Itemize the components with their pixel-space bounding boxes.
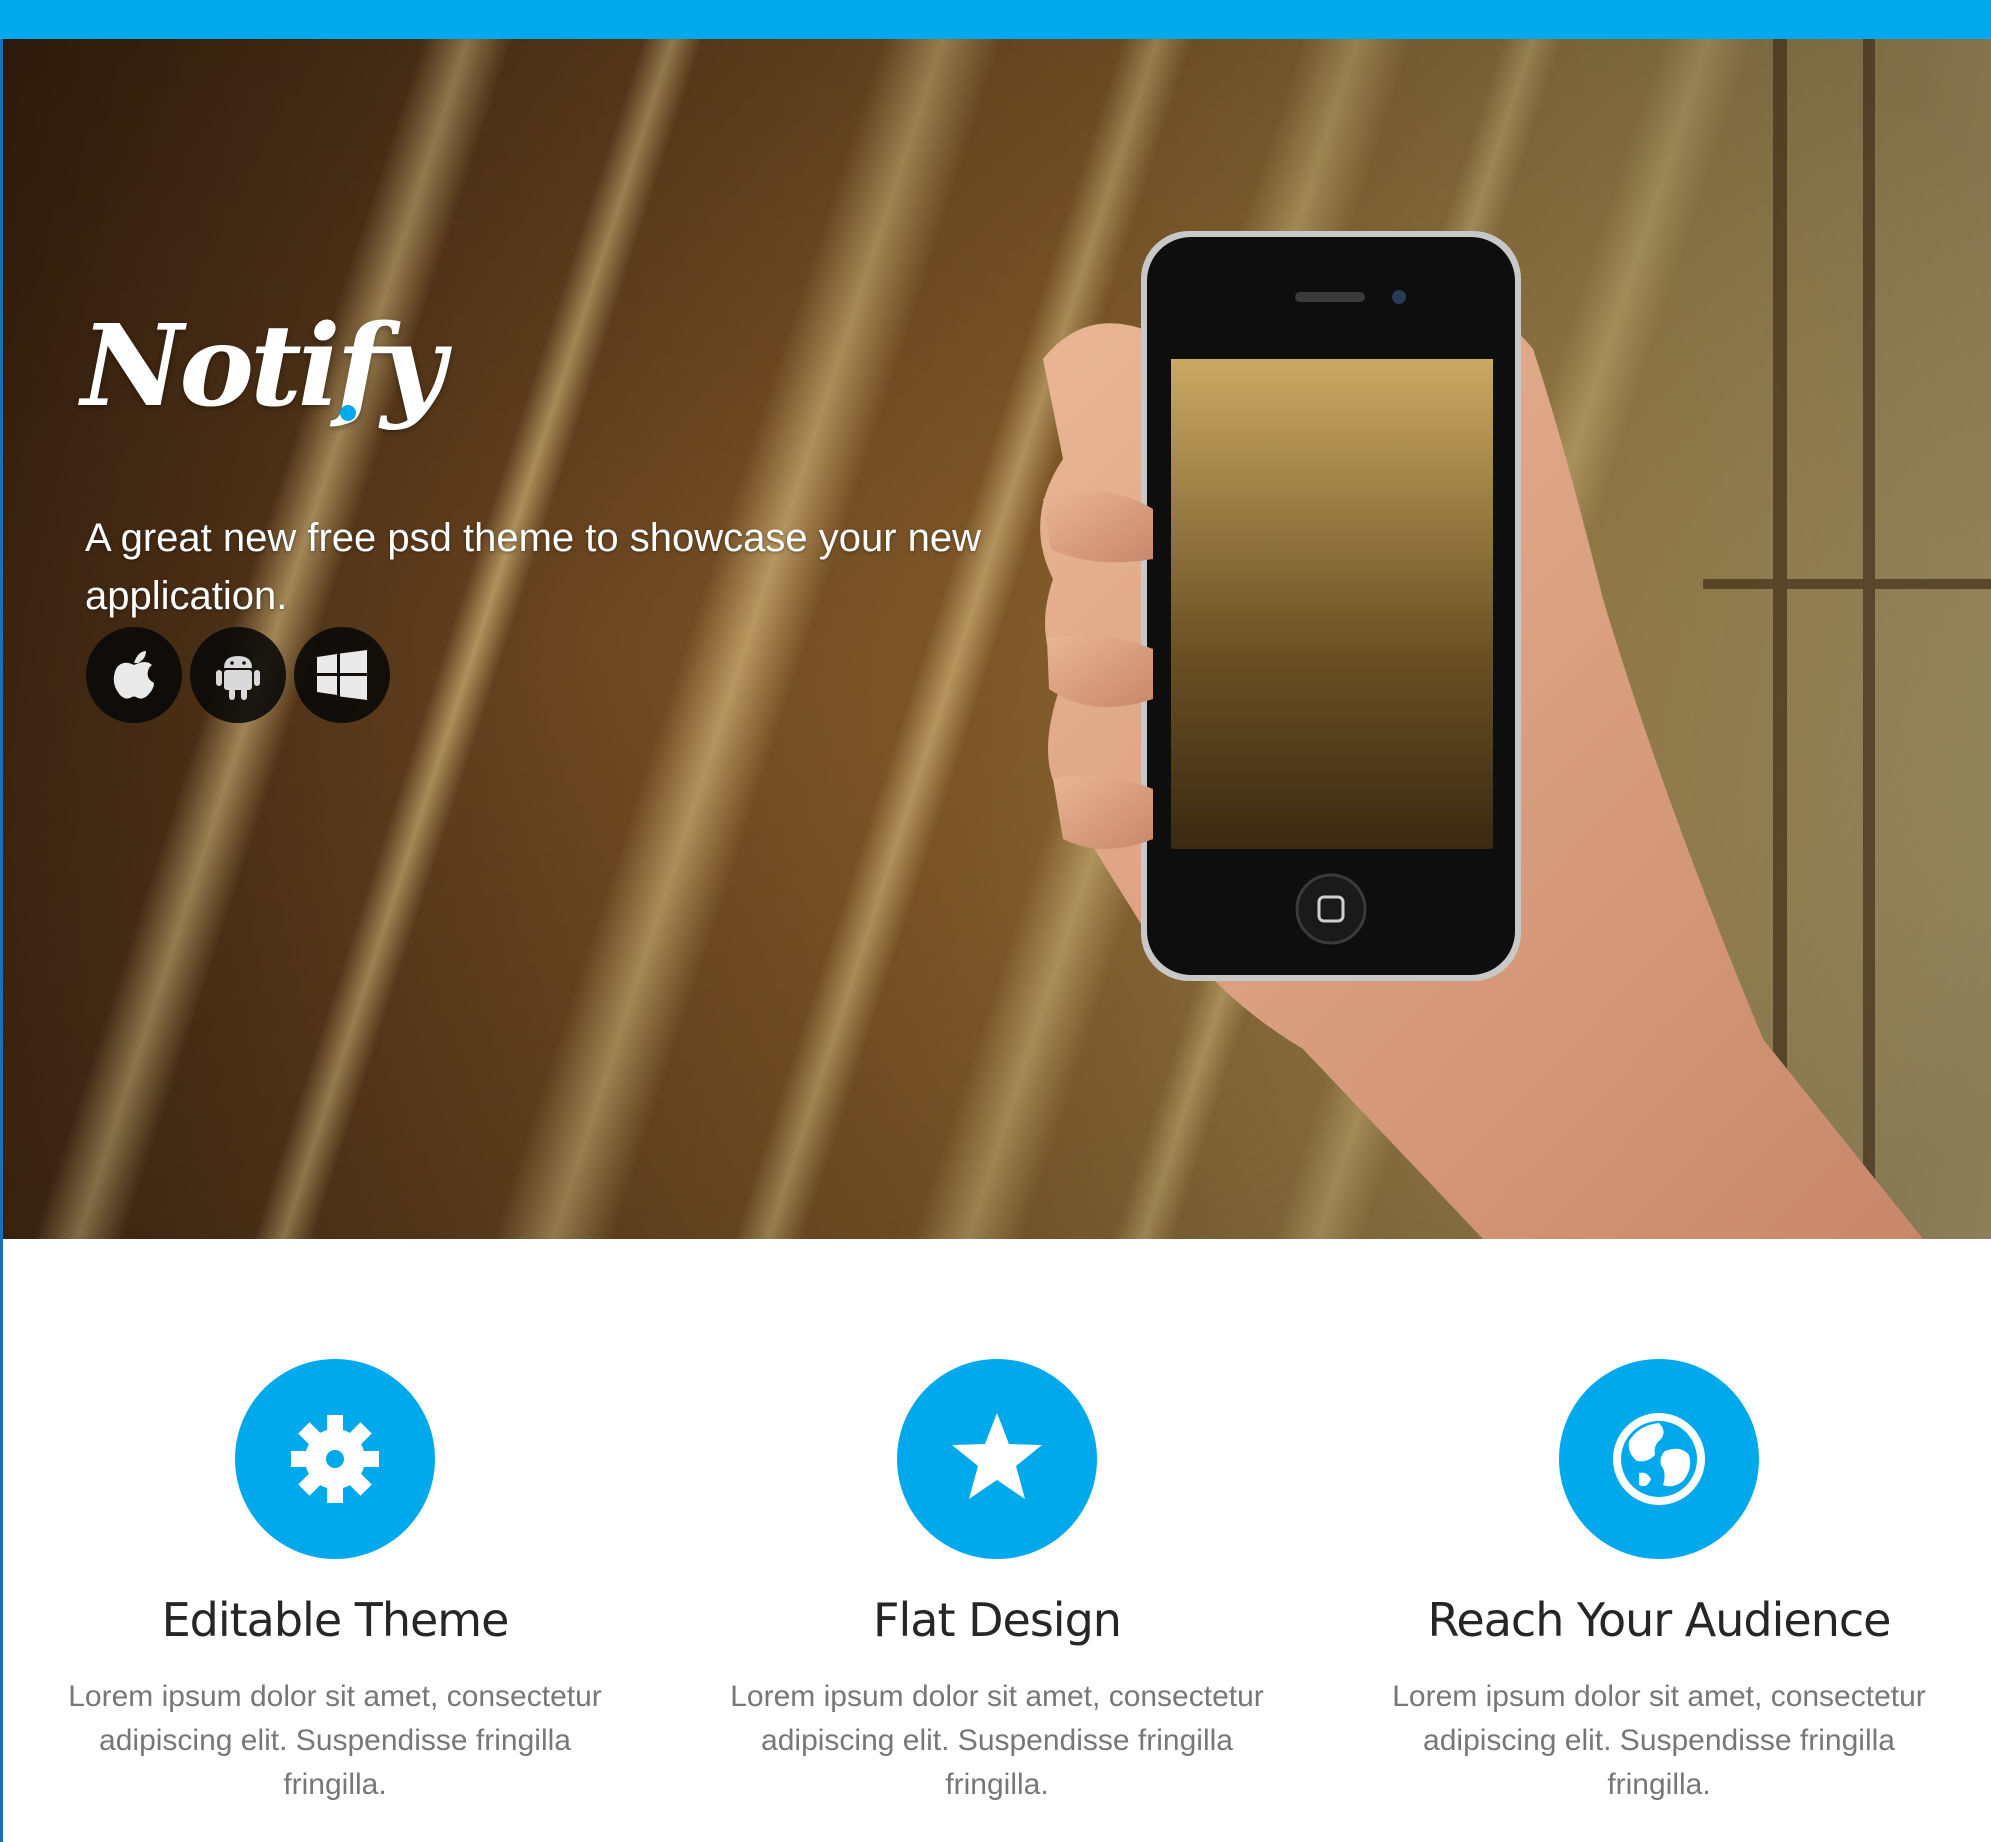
apple-icon (113, 651, 154, 699)
brand-logo[interactable]: Notify (81, 301, 446, 432)
apple-store-button[interactable] (86, 627, 182, 723)
features-section: Editable Theme Lorem ipsum dolor sit ame… (0, 1239, 1991, 1842)
windows-icon (317, 650, 367, 700)
globe-icon (1613, 1413, 1705, 1505)
feature-title: Editable Theme (161, 1593, 510, 1647)
star-icon (952, 1413, 1042, 1499)
windows-store-button[interactable] (294, 627, 390, 723)
feature-icon-circle (1559, 1359, 1759, 1559)
feature-description: Lorem ipsum dolor sit amet, consectetur … (730, 1680, 1264, 1801)
feature-title: Flat Design (873, 1593, 1122, 1647)
top-accent-bar (0, 0, 1991, 39)
gear-icon (291, 1415, 379, 1503)
feature-description: Lorem ipsum dolor sit amet, consectetur … (1392, 1680, 1926, 1801)
hero-section: Notify A great new free psd theme to sho… (3, 39, 1991, 1239)
android-icon (216, 656, 260, 700)
feature-description: Lorem ipsum dolor sit amet, consectetur … (68, 1680, 602, 1801)
hero-background-image (3, 39, 1991, 1239)
feature-icon-circle (897, 1359, 1097, 1559)
logo-dot (340, 405, 356, 421)
feature-title: Reach Your Audience (1427, 1593, 1892, 1647)
android-store-button[interactable] (190, 627, 286, 723)
feature-icon-circle (235, 1359, 435, 1559)
hero-tagline: A great new free psd theme to showcase y… (85, 516, 982, 618)
